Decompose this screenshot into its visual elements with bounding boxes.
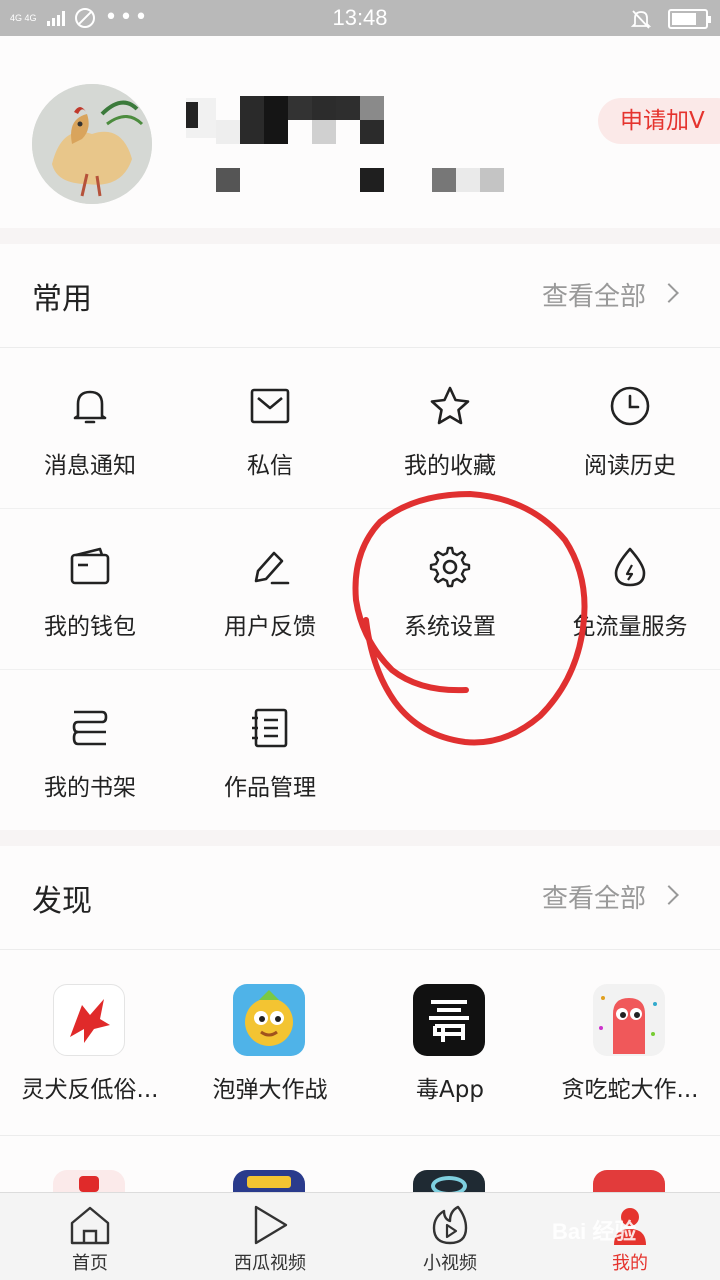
play-icon [254, 1205, 288, 1245]
menu-item-favorites[interactable]: 我的收藏 [360, 348, 540, 509]
app-label: 贪吃蛇大作... [561, 1077, 699, 1103]
app-label: 毒App [416, 1077, 484, 1103]
app-item[interactable]: 毒App [360, 950, 540, 1135]
avatar[interactable] [32, 84, 152, 204]
menu-item-label: 用户反馈 [224, 614, 316, 640]
app-item[interactable]: 灵犬反低俗... [0, 950, 180, 1135]
app-icon-partial[interactable] [53, 1170, 125, 1192]
nav-label: 首页 [72, 1253, 108, 1274]
discover-section: 发现 查看全部 灵犬反低俗... 泡弹大作战 毒App 贪吃蛇大作... [0, 846, 720, 1196]
clock-icon [610, 386, 650, 426]
menu-item-label: 免流量服务 [572, 614, 688, 640]
app-label: 泡弹大作战 [212, 1077, 328, 1103]
gear-icon [429, 546, 471, 588]
rooster-image [32, 84, 152, 204]
nav-home[interactable]: 首页 [0, 1193, 180, 1280]
bubble-game-icon [233, 984, 305, 1056]
status-bar: 4G 4G ••• 13:48 [0, 0, 720, 36]
nav-label: 我的 [612, 1253, 648, 1274]
app-item[interactable]: 贪吃蛇大作... [540, 950, 720, 1135]
profile-header: 申请加V [0, 36, 720, 228]
clock: 13:48 [332, 5, 388, 30]
menu-item-label: 我的钱包 [44, 614, 136, 640]
chevron-right-icon [659, 885, 679, 905]
home-icon [70, 1206, 110, 1245]
divider [0, 1135, 720, 1136]
nav-short-video[interactable]: 小视频 [360, 1193, 540, 1280]
menu-item-label: 私信 [247, 453, 293, 479]
app-item[interactable]: 泡弹大作战 [180, 950, 360, 1135]
bookshelf-icon [72, 710, 108, 746]
menu-item-label: 我的收藏 [404, 453, 496, 479]
menu-item-messages[interactable]: 私信 [180, 348, 360, 509]
app-icon-partial[interactable] [593, 1170, 665, 1192]
du-app-icon [413, 984, 485, 1056]
short-video-icon [432, 1205, 468, 1245]
wallet-icon [70, 547, 110, 585]
notebook-icon [252, 708, 288, 748]
star-icon [430, 386, 470, 425]
discover-apps: 灵犬反低俗... 泡弹大作战 毒App 贪吃蛇大作... [0, 950, 720, 1135]
menu-item-wallet[interactable]: 我的钱包 [0, 509, 180, 670]
mail-icon [250, 388, 290, 424]
dog-app-icon [53, 984, 125, 1056]
nav-label: 西瓜视频 [234, 1253, 306, 1274]
menu-item-bookshelf[interactable]: 我的书架 [0, 670, 180, 831]
common-header: 常用 查看全部 [0, 244, 720, 348]
app-icon-partial[interactable] [413, 1170, 485, 1196]
menu-item-free-data[interactable]: 免流量服务 [540, 509, 720, 670]
apply-verification-button[interactable]: 申请加V [598, 98, 720, 144]
drop-icon [614, 547, 646, 587]
menu-item-label: 阅读历史 [584, 453, 676, 479]
section-title: 常用 [32, 282, 92, 317]
common-section: 常用 查看全部 消息通知 私信 我的收藏 阅读历史 我的钱包 用户反馈 系统设置… [0, 244, 720, 830]
section-title: 发现 [32, 884, 92, 919]
view-all-link[interactable]: 查看全部 [542, 878, 646, 915]
status-right [630, 8, 711, 30]
menu-item-label: 作品管理 [224, 775, 316, 801]
menu-item-history[interactable]: 阅读历史 [540, 348, 720, 509]
menu-item-works[interactable]: 作品管理 [180, 670, 360, 831]
snake-game-icon [593, 984, 665, 1056]
pen-icon [254, 551, 290, 585]
menu-item-label: 消息通知 [44, 453, 136, 479]
menu-item-system-settings[interactable]: 系统设置 [360, 509, 540, 670]
menu-item-label: 我的书架 [44, 775, 136, 801]
app-label: 灵犬反低俗... [21, 1077, 159, 1103]
menu-item-feedback[interactable]: 用户反馈 [180, 509, 360, 670]
bell-muted-icon [630, 10, 652, 29]
battery-icon [668, 9, 711, 29]
nav-xigua-video[interactable]: 西瓜视频 [180, 1193, 360, 1280]
watermark: Bai 经验 [552, 1219, 637, 1244]
menu-item-notifications[interactable]: 消息通知 [0, 348, 180, 509]
bell-icon [73, 390, 107, 424]
chevron-right-icon [659, 283, 679, 303]
nav-label: 小视频 [423, 1253, 477, 1274]
discover-header: 发现 查看全部 [0, 846, 720, 950]
app-icon-partial[interactable] [233, 1170, 305, 1192]
menu-item-label: 系统设置 [404, 614, 496, 640]
common-grid: 消息通知 私信 我的收藏 阅读历史 我的钱包 用户反馈 系统设置 免流量服务 我… [0, 348, 720, 831]
view-all-link[interactable]: 查看全部 [542, 276, 646, 313]
